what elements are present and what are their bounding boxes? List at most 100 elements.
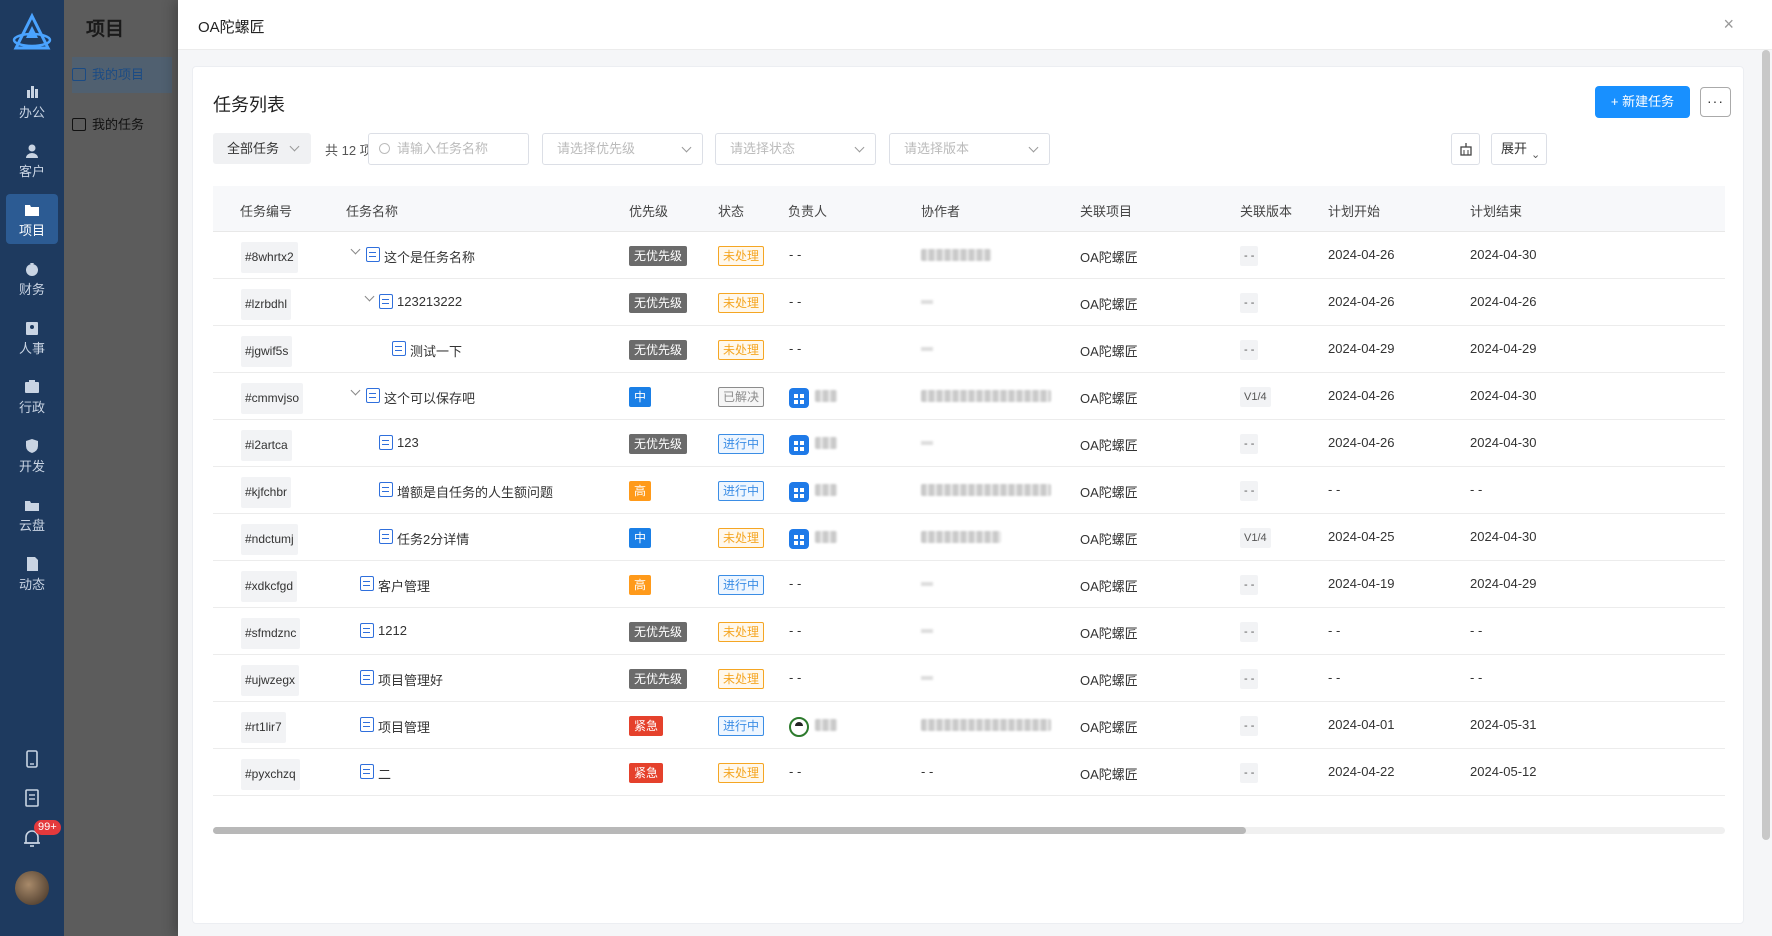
- version-placeholder: 请选择版本: [904, 141, 970, 156]
- scrollbar-thumb[interactable]: [213, 827, 1246, 834]
- priority-select[interactable]: 请选择优先级: [542, 133, 703, 165]
- task-name-link[interactable]: 测试一下: [410, 341, 462, 360]
- related-project[interactable]: OA陀螺匠: [1080, 247, 1138, 266]
- expand-button[interactable]: 展开 ⌄: [1491, 133, 1547, 165]
- plan-end-date: 2024-04-30: [1470, 247, 1537, 262]
- status-select[interactable]: 请选择状态: [715, 133, 876, 165]
- related-project[interactable]: OA陀螺匠: [1080, 529, 1138, 548]
- task-name-link[interactable]: 这个可以保存吧: [384, 388, 475, 407]
- related-project[interactable]: OA陀螺匠: [1080, 670, 1138, 689]
- priority-badge: 高: [629, 481, 652, 501]
- table-row[interactable]: #jgwif5s 测试一下 无优先级 未处理 - - OA陀螺匠 - - 2024-04-29…: [213, 326, 1725, 373]
- task-name-link[interactable]: 项目管理好: [378, 670, 443, 689]
- task-code[interactable]: #pyxchzq: [241, 759, 300, 790]
- task-code[interactable]: #8whrtx2: [241, 242, 298, 273]
- table-row[interactable]: #kjfchbr 增额是自任务的人生额问题 高 进行中 OA陀螺匠 - - - - - -: [213, 467, 1725, 514]
- owner-avatar: [789, 529, 809, 549]
- related-project[interactable]: OA陀螺匠: [1080, 435, 1138, 454]
- related-project[interactable]: OA陀螺匠: [1080, 764, 1138, 783]
- nav-item-6[interactable]: 开发: [6, 430, 58, 480]
- task-name-link[interactable]: 123213222: [397, 294, 462, 309]
- task-name-link[interactable]: 任务2分详情: [397, 529, 469, 548]
- task-name-link[interactable]: 增额是自任务的人生额问题: [397, 482, 553, 501]
- task-code[interactable]: #cmmvjso: [241, 383, 304, 414]
- task-name-link[interactable]: 这个是任务名称: [384, 247, 475, 266]
- related-project[interactable]: OA陀螺匠: [1080, 623, 1138, 642]
- status-badge: 未处理: [718, 340, 765, 360]
- table-row[interactable]: #xdkcfgd 客户管理 高 进行中 - - OA陀螺匠 - - 2024-04-19 202…: [213, 561, 1725, 608]
- plan-end-date: 2024-04-29: [1470, 576, 1537, 591]
- task-code[interactable]: #ujwzegx: [241, 665, 300, 696]
- phone-icon[interactable]: [20, 747, 44, 771]
- task-code[interactable]: #rt1lir7: [241, 712, 286, 743]
- table-row[interactable]: #sfmdznc 1212 无优先级 未处理 - - OA陀螺匠 - - - - - -: [213, 608, 1725, 655]
- task-name-link[interactable]: 客户管理: [378, 576, 430, 595]
- collaborators-redacted: [921, 531, 1001, 543]
- nav-item-5[interactable]: 行政: [6, 371, 58, 421]
- office-icon: [24, 84, 40, 98]
- nav-item-8[interactable]: 动态: [6, 548, 58, 598]
- nav-item-2[interactable]: 项目: [6, 194, 58, 244]
- page-title: 任务列表: [213, 95, 285, 115]
- table-row[interactable]: #lzrbdhl 123213222 无优先级 未处理 - - OA陀螺匠 - - 2024-…: [213, 279, 1725, 326]
- collaborators-redacted: [921, 249, 991, 261]
- app-logo-icon[interactable]: [10, 12, 54, 56]
- related-project[interactable]: OA陀螺匠: [1080, 341, 1138, 360]
- version-select[interactable]: 请选择版本: [889, 133, 1050, 165]
- horizontal-scrollbar[interactable]: [213, 827, 1725, 834]
- col-header-owner: 负责人: [788, 204, 828, 219]
- subnav-item-my-projects[interactable]: 我的项目: [72, 57, 172, 93]
- task-code[interactable]: #jgwif5s: [241, 336, 293, 367]
- task-name-link[interactable]: 二: [378, 764, 391, 783]
- chevron-down-icon[interactable]: [350, 244, 361, 255]
- nav-item-4[interactable]: 人事: [6, 312, 58, 362]
- status-placeholder: 请选择状态: [730, 141, 796, 156]
- table-row[interactable]: #cmmvjso 这个可以保存吧 中 已解决 OA陀螺匠 V1/4 2024-04-26 20…: [213, 373, 1725, 420]
- more-options-button[interactable]: ···: [1700, 87, 1731, 117]
- task-document-icon: [379, 294, 393, 309]
- vertical-scrollbar[interactable]: [1762, 50, 1770, 840]
- nav-item-1[interactable]: 客户: [6, 135, 58, 185]
- nav-item-0[interactable]: 办公: [6, 76, 58, 126]
- task-name-link[interactable]: 项目管理: [378, 717, 430, 736]
- close-icon[interactable]: ×: [1723, 14, 1734, 35]
- document-icon[interactable]: [20, 786, 44, 810]
- task-code[interactable]: #sfmdznc: [241, 618, 301, 649]
- related-project[interactable]: OA陀螺匠: [1080, 717, 1138, 736]
- status-badge: 未处理: [718, 622, 765, 642]
- drawer-header: OA陀螺匠 ×: [178, 0, 1772, 50]
- priority-badge: 无优先级: [629, 293, 688, 313]
- user-avatar[interactable]: [15, 871, 49, 905]
- related-project[interactable]: OA陀螺匠: [1080, 482, 1138, 501]
- table-row[interactable]: #ujwzegx 项目管理好 无优先级 未处理 - - OA陀螺匠 - - - - - -: [213, 655, 1725, 702]
- task-code[interactable]: #i2artca: [241, 430, 292, 461]
- chevron-down-icon[interactable]: [364, 291, 375, 302]
- task-name-link[interactable]: 123: [397, 435, 419, 450]
- chevron-down-icon[interactable]: [350, 385, 361, 396]
- table-row[interactable]: #8whrtx2 这个是任务名称 无优先级 未处理 - - OA陀螺匠 - - 2024-04…: [213, 232, 1725, 279]
- nav-item-3[interactable]: 财务: [6, 253, 58, 303]
- related-project[interactable]: OA陀螺匠: [1080, 294, 1138, 313]
- clear-filter-button[interactable]: [1451, 133, 1480, 165]
- new-task-button[interactable]: + 新建任务: [1595, 86, 1690, 118]
- related-project[interactable]: OA陀螺匠: [1080, 576, 1138, 595]
- task-code[interactable]: #kjfchbr: [241, 477, 292, 508]
- table-row[interactable]: #ndctumj 任务2分详情 中 未处理 OA陀螺匠 V1/4 2024-04-25 202…: [213, 514, 1725, 561]
- list-icon: [72, 68, 86, 81]
- table-row[interactable]: #rt1lir7 项目管理 紧急 进行中 OA陀螺匠 - - 2024-04-01 2024-…: [213, 702, 1725, 749]
- col-header-collaborators: 协作者: [921, 204, 961, 219]
- task-name-search-input[interactable]: 请输入任务名称: [368, 133, 529, 165]
- task-scope-select[interactable]: 全部任务: [213, 133, 311, 164]
- col-header-code: 任务编号: [240, 204, 293, 219]
- subnav-item-my-tasks[interactable]: 我的任务: [72, 107, 172, 143]
- task-name-link[interactable]: 1212: [378, 623, 407, 638]
- table-row[interactable]: #i2artca 123 无优先级 进行中 OA陀螺匠 - - 2024-04-26 2024…: [213, 420, 1725, 467]
- task-code[interactable]: #xdkcfgd: [241, 571, 298, 602]
- collaborators-redacted: [921, 390, 1051, 402]
- related-project[interactable]: OA陀螺匠: [1080, 388, 1138, 407]
- task-code[interactable]: #ndctumj: [241, 524, 298, 555]
- task-code[interactable]: #lzrbdhl: [241, 289, 292, 320]
- table-row[interactable]: #pyxchzq 二 紧急 未处理 - - - - OA陀螺匠 - - 2024-04-22 20…: [213, 749, 1725, 796]
- nav-item-label: 财务: [18, 282, 45, 297]
- nav-item-7[interactable]: 云盘: [6, 489, 58, 539]
